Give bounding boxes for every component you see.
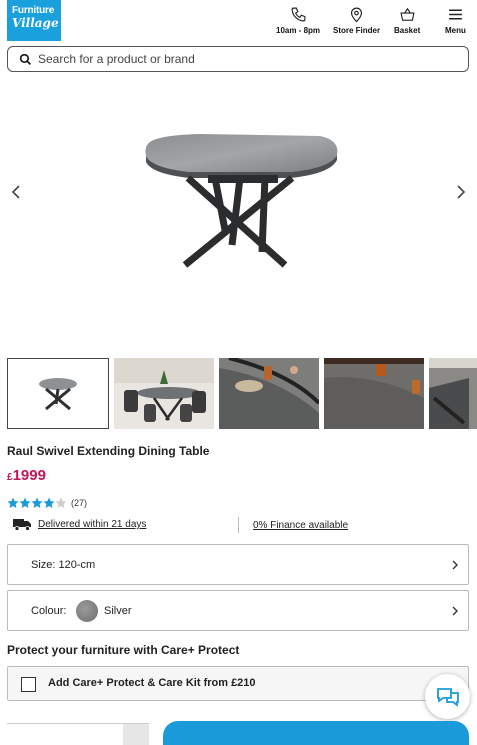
delivery-link[interactable]: Delivered within 21 days — [38, 519, 146, 530]
search-input[interactable] — [38, 50, 458, 68]
basket-link[interactable]: Basket — [394, 6, 420, 35]
store-finder-link[interactable]: Store Finder — [333, 6, 380, 35]
care-protect-title: Protect your furniture with Care+ Protec… — [7, 643, 240, 657]
chevron-right-icon — [452, 560, 458, 570]
quantity-selector[interactable] — [7, 723, 149, 745]
search-bar[interactable] — [7, 46, 469, 72]
divider — [238, 517, 239, 533]
price-value: 1999 — [12, 467, 46, 484]
menu-icon — [449, 9, 462, 20]
star-rating-icon — [7, 497, 67, 508]
hours-label: 10am - 8pm — [276, 26, 321, 35]
colour-label: Colour: — [31, 605, 67, 617]
location-pin-icon — [351, 7, 363, 23]
opening-hours-link[interactable]: 10am - 8pm — [276, 6, 320, 35]
add-to-basket-button[interactable] — [163, 721, 469, 745]
gallery-thumbnail[interactable] — [324, 358, 424, 429]
size-label: Size: 120-cm — [31, 559, 96, 571]
chat-icon — [437, 688, 459, 707]
product-price: £1999 — [7, 467, 46, 484]
finance-link[interactable]: 0% Finance available — [253, 520, 348, 531]
colour-swatch — [76, 600, 98, 622]
search-icon — [19, 53, 31, 65]
chevron-left-icon[interactable] — [8, 182, 24, 202]
care-protect-checkbox[interactable] — [21, 677, 36, 692]
colour-value: Silver — [104, 605, 132, 617]
gallery-thumbnail[interactable] — [114, 358, 214, 429]
phone-icon — [291, 7, 305, 22]
product-title: Raul Swivel Extending Dining Table — [7, 444, 210, 458]
colour-selector[interactable]: Colour: Silver — [7, 590, 469, 631]
gallery-thumbnail[interactable] — [219, 358, 319, 429]
quantity-stepper[interactable] — [123, 724, 149, 745]
basket-label: Basket — [394, 26, 421, 35]
logo-line2: Village — [12, 16, 59, 30]
site-header: Furniture Village 10am - 8pm Store Finde… — [0, 0, 477, 44]
gallery-thumbnail[interactable] — [429, 358, 477, 429]
furniture-village-logo[interactable]: Furniture Village — [7, 0, 61, 41]
logo-line1: Furniture — [12, 5, 55, 16]
chevron-right-icon — [452, 606, 458, 616]
chevron-right-icon[interactable] — [453, 182, 469, 202]
chat-button[interactable] — [425, 674, 470, 719]
size-selector[interactable]: Size: 120-cm — [7, 544, 469, 585]
delivery-info[interactable]: Delivered within 21 days — [13, 518, 146, 531]
truck-icon — [13, 519, 31, 531]
store-finder-label: Store Finder — [333, 26, 381, 35]
gallery-thumbnail[interactable] — [7, 358, 109, 429]
gallery-thumbnails — [7, 358, 477, 430]
care-protect-option[interactable]: Add Care+ Protect & Care Kit from £210 — [7, 666, 469, 701]
review-count[interactable]: (27) — [71, 498, 87, 508]
menu-button[interactable]: Menu — [445, 6, 466, 35]
product-main-image[interactable] — [0, 80, 477, 350]
rating-stars[interactable]: (27) — [7, 496, 87, 509]
menu-label: Menu — [445, 26, 466, 35]
care-protect-label[interactable]: Add Care+ Protect & Care Kit from £210 — [48, 677, 256, 689]
basket-icon — [400, 7, 415, 21]
